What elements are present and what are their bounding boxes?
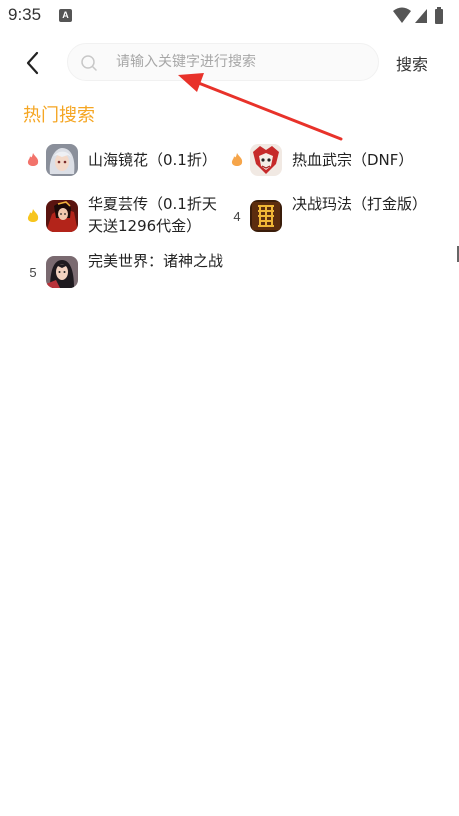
game-name: 决战玛法（打金版） <box>292 195 428 213</box>
hot-search-item[interactable]: 4 决战玛法（打金版） <box>228 195 448 236</box>
rank-number: 5 <box>29 264 37 280</box>
flame-yellow-icon <box>24 196 42 236</box>
status-time: 9:35 <box>8 5 42 24</box>
search-header: 搜索 <box>0 40 459 86</box>
hot-search-item[interactable]: 热血武宗（DNF） <box>228 140 448 180</box>
hot-search-item[interactable]: 山海镜花（0.1折） <box>24 140 224 180</box>
hot-search-item[interactable]: 华夏芸传（0.1折天天送1296代金） <box>24 195 224 236</box>
back-button[interactable] <box>18 48 48 78</box>
game-name: 华夏芸传（0.1折天天送1296代金） <box>88 195 217 235</box>
status-bar: 9:35 A <box>0 0 459 32</box>
rank-number: 4 <box>233 208 241 224</box>
game-name: 热血武宗（DNF） <box>292 151 414 169</box>
game-name: 山海镜花（0.1折） <box>88 151 217 169</box>
status-icons <box>391 6 451 26</box>
flame-red-icon <box>24 140 42 180</box>
red-robe-heroine-icon <box>46 200 78 232</box>
game-name: 完美世界：诸神之战 <box>88 252 224 270</box>
silver-hair-character-icon <box>46 144 78 176</box>
flame-orange-icon <box>228 140 246 180</box>
search-input[interactable] <box>116 44 366 80</box>
hot-search-item[interactable]: 5 完美世界：诸神之战 <box>24 252 224 292</box>
red-mask-warrior-icon <box>250 144 282 176</box>
search-button[interactable]: 搜索 <box>396 51 428 75</box>
golden-dragon-glyph-icon <box>250 200 282 232</box>
search-icon <box>81 55 97 71</box>
chevron-left-icon <box>26 51 39 75</box>
hot-search-title: 热门搜索 <box>23 105 95 126</box>
search-box[interactable] <box>67 43 379 81</box>
dark-hair-heroine-icon <box>46 256 78 288</box>
signal-icon <box>415 9 427 23</box>
app-notification-icon: A <box>59 9 72 22</box>
battery-icon <box>435 7 443 24</box>
wifi-icon <box>393 7 411 23</box>
